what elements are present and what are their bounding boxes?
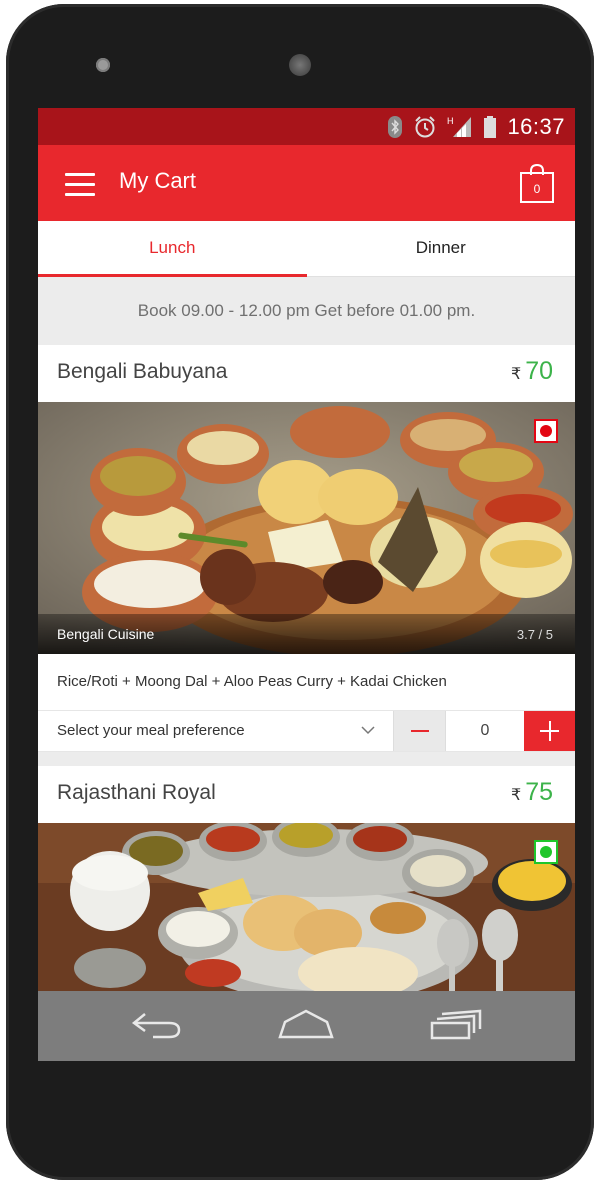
rating-label: 3.7 / 5 — [516, 627, 553, 642]
alarm-icon — [415, 115, 436, 137]
back-icon[interactable] — [131, 1009, 183, 1041]
booking-info: Book 09.00 - 12.00 pm Get before 01.00 p… — [38, 277, 575, 345]
increase-quantity-button[interactable] — [524, 711, 575, 751]
tab-dinner[interactable]: Dinner — [307, 221, 576, 276]
meal-price: ₹75 — [511, 778, 553, 807]
network-type-label: H — [447, 116, 454, 126]
battery-icon — [484, 115, 497, 138]
price-value: 70 — [525, 357, 553, 385]
app-screen: H 16:37 My Cart 0 Lunch Dinner Book 09.0… — [38, 108, 575, 1061]
currency-symbol: ₹ — [511, 787, 522, 804]
non-veg-indicator — [534, 419, 558, 443]
meal-tabs: Lunch Dinner — [38, 221, 575, 277]
sensor-dot — [96, 58, 110, 72]
veg-indicator — [534, 840, 558, 864]
cart-count-badge: 0 — [533, 182, 541, 196]
status-bar: H 16:37 — [38, 108, 575, 145]
meal-description: Rice/Roti + Moong Dal + Aloo Peas Curry … — [38, 654, 575, 710]
meal-preference-select[interactable]: Select your meal preference — [38, 711, 394, 751]
bluetooth-icon — [388, 115, 403, 138]
meal-controls: Select your meal preference 0 — [38, 710, 575, 752]
price-value: 75 — [525, 778, 553, 806]
quantity-value: 0 — [480, 722, 490, 739]
page-title: My Cart — [119, 168, 196, 193]
home-icon[interactable] — [278, 1009, 334, 1041]
meal-image[interactable] — [38, 823, 575, 991]
currency-symbol: ₹ — [511, 366, 522, 383]
system-nav-bar — [38, 991, 575, 1061]
cuisine-label: Bengali Cuisine — [57, 626, 155, 642]
front-camera — [289, 54, 311, 76]
recent-apps-icon[interactable] — [430, 1009, 484, 1041]
rajasthani-thali-image — [38, 823, 575, 991]
meal-name: Rajasthani Royal — [57, 781, 216, 804]
decrease-quantity-button[interactable] — [394, 711, 446, 751]
meal-name: Bengali Babuyana — [57, 360, 228, 383]
cart-button[interactable]: 0 — [520, 163, 554, 203]
meal-preference-placeholder: Select your meal preference — [57, 722, 245, 739]
minus-icon — [411, 730, 429, 732]
meal-description-text: Rice/Roti + Moong Dal + Aloo Peas Curry … — [57, 673, 447, 690]
meal-header: Bengali Babuyana ₹70 — [38, 345, 575, 402]
chevron-down-icon — [361, 726, 375, 735]
meal-image[interactable]: Bengali Cuisine 3.7 / 5 — [38, 402, 575, 654]
app-bar: My Cart 0 — [38, 145, 575, 221]
meal-header: Rajasthani Royal ₹75 — [38, 766, 575, 823]
image-caption-bar: Bengali Cuisine 3.7 / 5 — [38, 614, 575, 654]
signal-icon: H — [447, 116, 472, 137]
tab-lunch[interactable]: Lunch — [38, 221, 307, 277]
menu-icon[interactable] — [65, 173, 95, 196]
phone-frame: H 16:37 My Cart 0 Lunch Dinner Book 09.0… — [6, 4, 594, 1180]
meal-price: ₹70 — [511, 357, 553, 386]
status-time: 16:37 — [507, 113, 565, 139]
